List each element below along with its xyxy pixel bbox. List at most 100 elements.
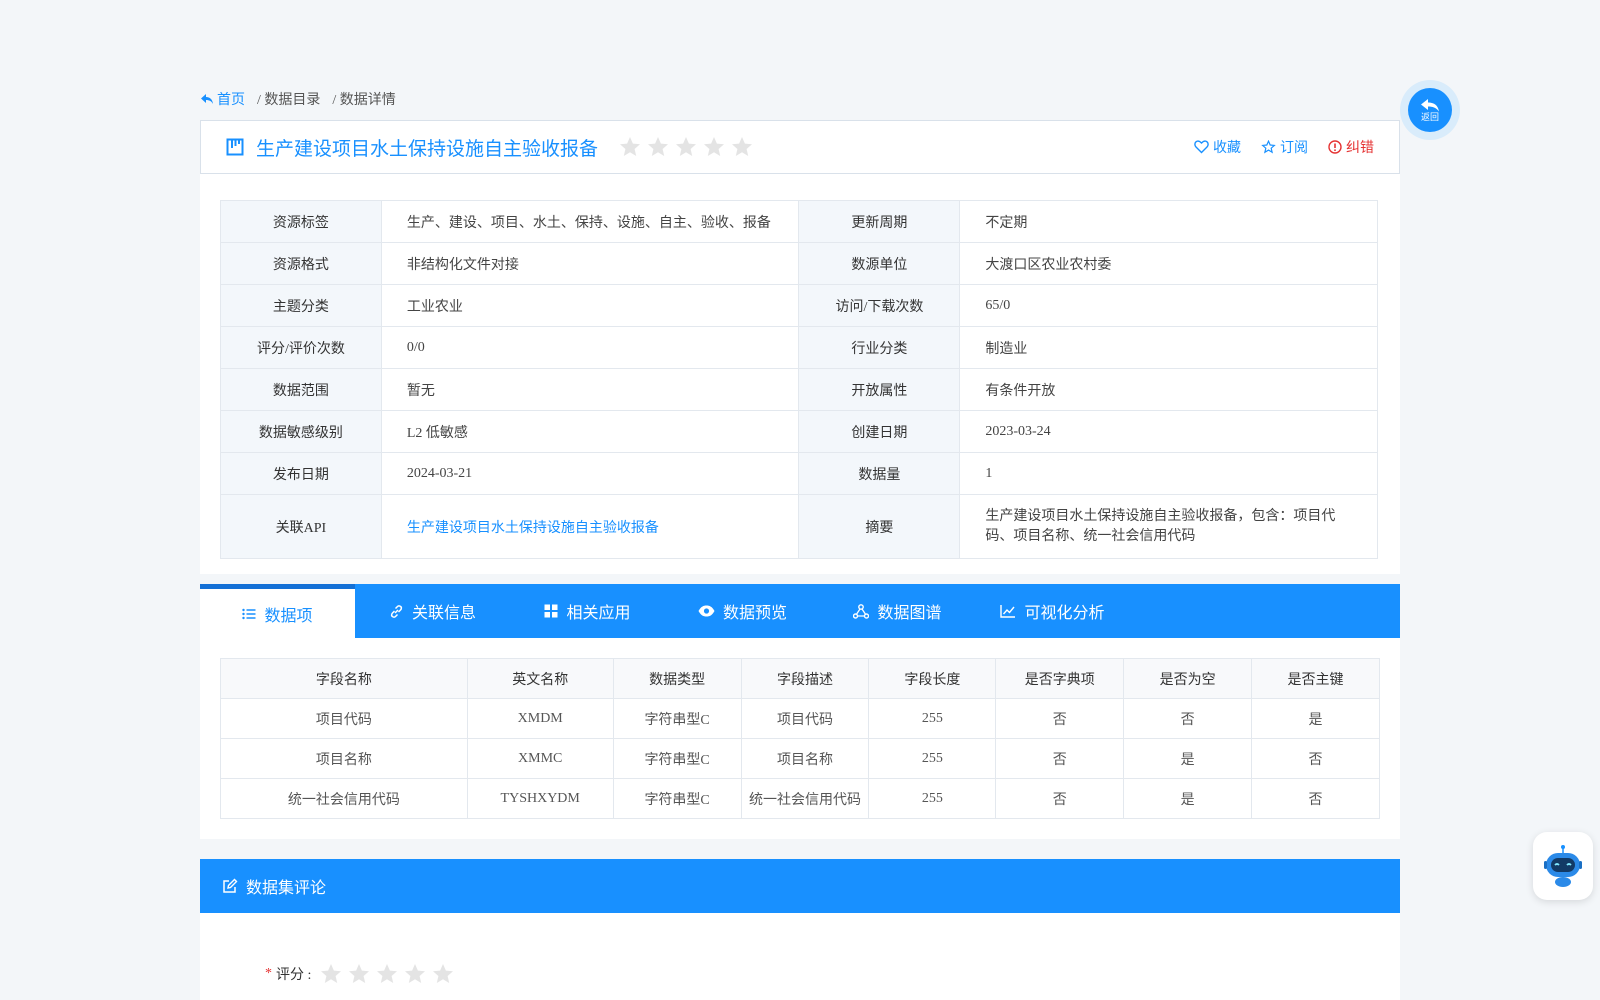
dataset-rating-stars[interactable]: [618, 135, 754, 159]
back-button[interactable]: 返回: [1400, 80, 1460, 140]
subscribe-label: 订阅: [1280, 141, 1308, 156]
info-row: 资源格式 非结构化文件对接 数源单位 大渡口区农业农村委: [220, 242, 1378, 285]
column-header: 数据类型: [612, 658, 742, 699]
alert-circle-icon: [1328, 140, 1342, 154]
table-cell: 否: [995, 738, 1125, 779]
star-icon[interactable]: [646, 135, 670, 159]
subscribe-button[interactable]: 订阅: [1261, 137, 1308, 157]
data-items-panel: 字段名称 英文名称 数据类型 字段描述 字段长度 是否字典项 是否为空 是否主键…: [200, 638, 1400, 839]
tab-related-apps[interactable]: 相关应用: [510, 584, 665, 638]
star-icon[interactable]: [347, 962, 371, 986]
star-icon[interactable]: [319, 962, 343, 986]
eye-icon: [698, 605, 715, 617]
breadcrumb-detail: / 数据详情: [332, 93, 396, 108]
tab-data-items[interactable]: 数据项: [200, 584, 355, 638]
info-key: 数据敏感级别: [220, 410, 382, 453]
back-label: 返回: [1420, 111, 1439, 122]
table-cell: 字符串型C: [612, 738, 742, 779]
list-icon: [242, 608, 256, 619]
favorite-label: 收藏: [1213, 141, 1241, 156]
star-icon[interactable]: [674, 135, 698, 159]
table-cell: 否: [1123, 698, 1253, 739]
table-cell: XMDM: [466, 698, 614, 739]
table-cell: 项目代码: [220, 698, 468, 739]
tab-visual-analysis[interactable]: 可视化分析: [975, 584, 1130, 638]
table-cell: 项目名称: [220, 738, 468, 779]
breadcrumb-catalog[interactable]: / 数据目录: [257, 89, 320, 109]
line-chart-icon: [1000, 605, 1016, 618]
tab-label: 关联信息: [411, 605, 476, 622]
tab-label: 可视化分析: [1024, 605, 1105, 622]
info-key: 资源格式: [220, 242, 382, 285]
grid-icon: [544, 604, 558, 618]
star-icon[interactable]: [403, 962, 427, 986]
info-key: 行业分类: [798, 326, 961, 369]
info-value-api: 生产建设项目水土保持设施自主验收报备: [380, 494, 800, 559]
info-value: 不定期: [959, 200, 1378, 243]
info-key: 访问/下载次数: [798, 284, 961, 327]
info-row: 关联API 生产建设项目水土保持设施自主验收报备 摘要 生产建设项目水土保持设施…: [220, 494, 1378, 559]
star-icon[interactable]: [730, 135, 754, 159]
star-icon[interactable]: [618, 135, 642, 159]
info-value: 大渡口区农业农村委: [959, 242, 1378, 285]
table-cell: 项目名称: [740, 738, 870, 779]
info-value: 暂无: [380, 368, 800, 411]
fields-header-row: 字段名称 英文名称 数据类型 字段描述 字段长度 是否字典项 是否为空 是否主键: [220, 658, 1380, 699]
info-key: 发布日期: [220, 452, 382, 495]
tab-data-graph[interactable]: 数据图谱: [820, 584, 975, 638]
back-arrow-icon: [201, 94, 213, 104]
report-error-button[interactable]: 纠错: [1328, 137, 1374, 157]
ai-assistant-button[interactable]: [1533, 832, 1593, 900]
detail-tabs: 数据项 关联信息 相关应用 数据预览 数据图谱 可视化分析: [200, 584, 1400, 638]
table-cell: 统一社会信用代码: [220, 778, 468, 819]
star-icon[interactable]: [431, 962, 455, 986]
comments-title: 数据集评论: [246, 880, 327, 897]
info-value: 生产、建设、项目、水土、保持、设施、自主、验收、报备: [380, 200, 800, 243]
graph-nodes-icon: [853, 603, 870, 619]
table-cell: TYSHXYDM: [466, 778, 614, 819]
star-icon[interactable]: [702, 135, 726, 159]
column-header: 是否字典项: [995, 658, 1125, 699]
column-header: 字段长度: [868, 658, 997, 699]
breadcrumb-home[interactable]: 首页: [200, 89, 245, 109]
table-row: 项目代码 XMDM 字符串型C 项目代码 255 否 否 是: [220, 698, 1380, 739]
info-value: 65/0: [959, 284, 1378, 327]
info-row: 数据范围 暂无 开放属性 有条件开放: [220, 368, 1378, 411]
catalog-icon: [226, 138, 244, 156]
info-row: 资源标签 生产、建设、项目、水土、保持、设施、自主、验收、报备 更新周期 不定期: [220, 200, 1378, 243]
star-outline-icon: [1261, 140, 1276, 154]
info-row: 主题分类 工业农业 访问/下载次数 65/0: [220, 284, 1378, 327]
tab-data-preview[interactable]: 数据预览: [665, 584, 820, 638]
info-value: 2024-03-21: [380, 452, 800, 495]
table-cell: 项目代码: [740, 698, 870, 739]
rating-label: 评分 :: [276, 968, 312, 983]
column-header: 是否主键: [1251, 658, 1380, 699]
table-cell: 否: [995, 698, 1125, 739]
info-key: 主题分类: [220, 284, 382, 327]
info-value: 0/0: [380, 326, 800, 369]
info-key: 评分/评价次数: [220, 326, 382, 369]
info-value: L2 低敏感: [380, 410, 800, 453]
table-cell: 255: [868, 698, 997, 739]
column-header: 英文名称: [466, 658, 614, 699]
dataset-title: 生产建设项目水土保持设施自主验收报备: [256, 138, 599, 160]
info-value: 有条件开放: [959, 368, 1378, 411]
info-value-summary: 生产建设项目水土保持设施自主验收报备，包含：项目代码、项目名称、统一社会信用代码: [959, 494, 1378, 559]
info-key: 数源单位: [798, 242, 961, 285]
info-value: 制造业: [959, 326, 1378, 369]
tab-related-info[interactable]: 关联信息: [355, 584, 510, 638]
info-row: 评分/评价次数 0/0 行业分类 制造业: [220, 326, 1378, 369]
info-key: 摘要: [798, 494, 961, 559]
comment-rating-stars[interactable]: [319, 962, 455, 986]
fields-table: 字段名称 英文名称 数据类型 字段描述 字段长度 是否字典项 是否为空 是否主键…: [220, 658, 1380, 819]
report-error-label: 纠错: [1346, 141, 1374, 156]
star-icon[interactable]: [375, 962, 399, 986]
info-value: 非结构化文件对接: [380, 242, 800, 285]
info-value: 工业农业: [380, 284, 800, 327]
related-api-link[interactable]: 生产建设项目水土保持设施自主验收报备: [407, 521, 659, 536]
table-row: 统一社会信用代码 TYSHXYDM 字符串型C 统一社会信用代码 255 否 是…: [220, 778, 1380, 819]
info-value: 2023-03-24: [959, 410, 1378, 453]
table-cell: 255: [868, 778, 997, 819]
robot-icon: [1544, 845, 1582, 887]
favorite-button[interactable]: 收藏: [1194, 137, 1241, 157]
